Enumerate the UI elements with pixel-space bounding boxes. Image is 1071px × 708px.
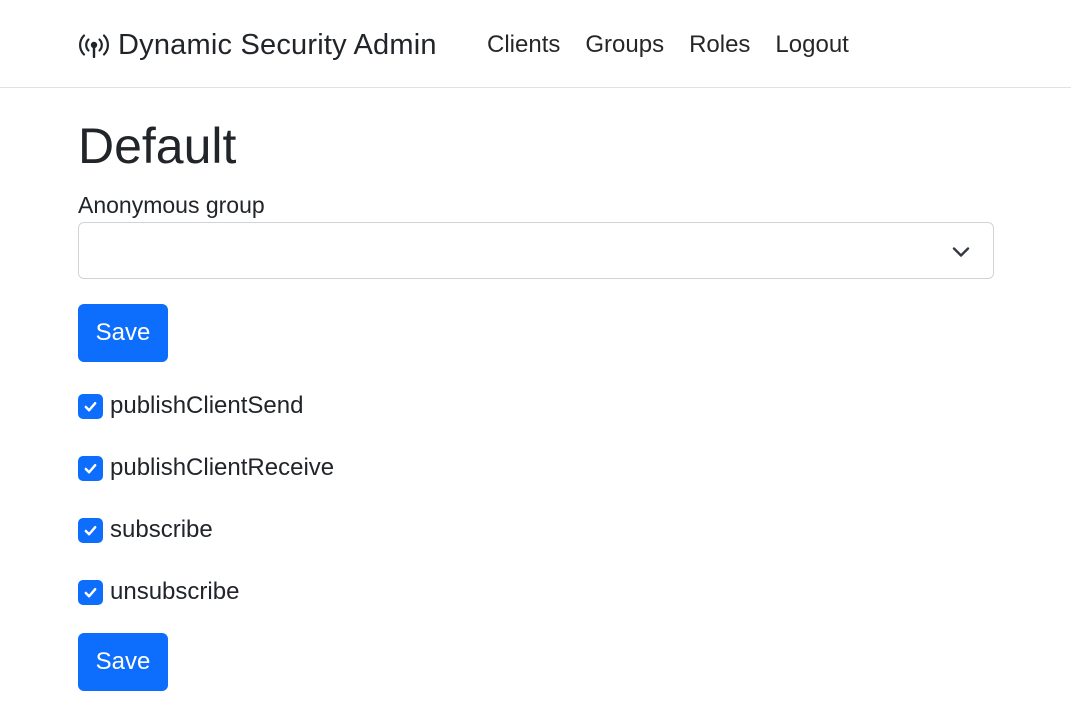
anonymous-group-select[interactable] [78, 222, 994, 279]
save-permissions-button[interactable]: Save [78, 633, 168, 691]
nav-link-roles[interactable]: Roles [689, 31, 750, 59]
brand-title: Dynamic Security Admin [118, 28, 437, 61]
unsubscribe-label: unsubscribe [110, 578, 240, 605]
permission-row-subscribe: subscribe [78, 515, 213, 545]
checkmark-icon [84, 587, 97, 597]
publish-client-receive-checkbox[interactable] [78, 455, 103, 481]
nav-link-groups[interactable]: Groups [585, 31, 664, 59]
publish-client-send-label: publishClientSend [110, 392, 304, 419]
publish-client-send-checkbox[interactable] [78, 393, 103, 419]
permission-row-unsubscribe: unsubscribe [78, 577, 239, 607]
checkmark-icon [84, 525, 97, 535]
broadcast-icon [78, 32, 110, 59]
anonymous-group-label: Anonymous group [78, 192, 265, 218]
subscribe-label: subscribe [110, 516, 213, 543]
top-navbar: Dynamic Security Admin Clients Groups Ro… [0, 0, 1071, 88]
nav-link-logout[interactable]: Logout [775, 31, 848, 59]
page-title: Default [78, 118, 237, 174]
checkmark-icon [84, 401, 97, 411]
nav-links: Clients Groups Roles Logout [487, 26, 874, 64]
permission-row-publish-client-receive: publishClientReceive [78, 453, 334, 483]
checkmark-icon [84, 463, 97, 473]
publish-client-receive-label: publishClientReceive [110, 454, 335, 481]
nav-link-clients[interactable]: Clients [487, 31, 560, 59]
permission-row-publish-client-send: publishClientSend [78, 391, 303, 421]
unsubscribe-checkbox[interactable] [78, 579, 103, 605]
save-anonymous-group-button[interactable]: Save [78, 304, 168, 362]
chevron-down-icon [951, 242, 971, 262]
brand-link[interactable]: Dynamic Security Admin [78, 26, 437, 64]
subscribe-checkbox[interactable] [78, 517, 103, 543]
